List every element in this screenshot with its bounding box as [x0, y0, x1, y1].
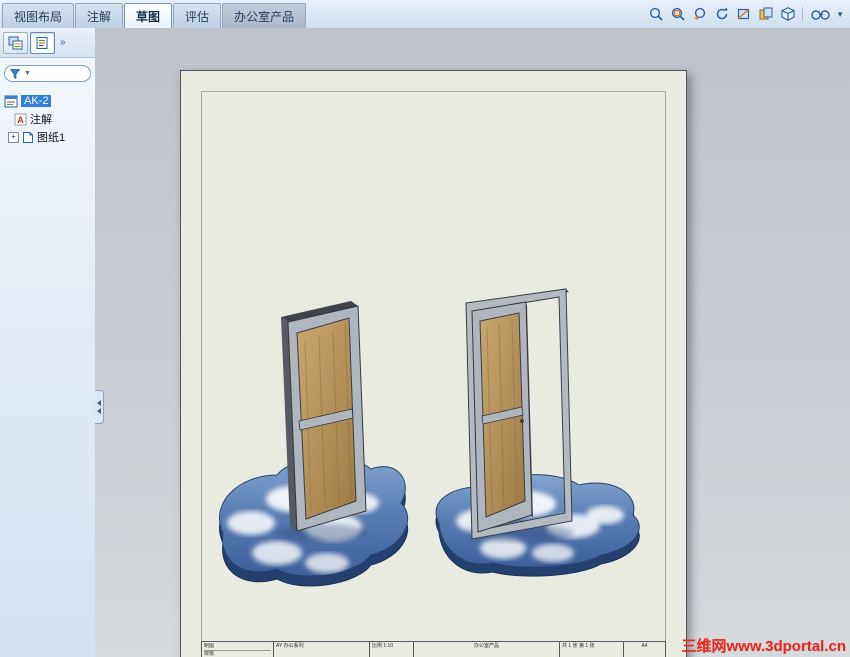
view-toolbar: ▼ [647, 5, 844, 23]
filter-funnel-icon [10, 68, 20, 79]
tree-item-annotations[interactable]: A 注解 [2, 110, 93, 128]
tab-office-products[interactable]: 办公室产品 [222, 3, 307, 28]
view-orientation-icon[interactable] [757, 6, 774, 23]
tab-annotation[interactable]: 注解 [75, 3, 124, 28]
tab-view-layout[interactable]: 视图布局 [2, 3, 75, 28]
tree-filter-input[interactable]: ▼ [4, 65, 91, 82]
section-view-icon[interactable] [735, 6, 752, 23]
feature-tree-tab[interactable] [3, 31, 28, 54]
collapse-arrow-icon [96, 408, 101, 414]
filter-dropdown-caret[interactable]: ▼ [24, 70, 31, 77]
graphics-viewport[interactable]: 制图 校核 审核 AY 办公系列 比例 1:10 办公室产品 共 1 张 第 1… [95, 28, 850, 657]
toolbar-separator [802, 7, 804, 21]
door-isometric-views [219, 288, 640, 587]
panel-collapse-handle[interactable] [95, 390, 104, 424]
title-block-scale: 比例 1:10 [370, 642, 414, 657]
tab-evaluate[interactable]: 评估 [173, 3, 222, 28]
panel-tab-strip: » [0, 28, 95, 58]
annotation-icon: A [14, 113, 27, 125]
title-block-title: 办公室产品 [414, 642, 560, 657]
tree-item-sheet1[interactable]: + 图纸1 [2, 128, 93, 146]
more-tabs-chevron-icon[interactable]: » [60, 37, 66, 48]
property-manager-tab[interactable] [30, 31, 55, 54]
collapse-arrow-icon [96, 400, 101, 406]
zoom-to-fit-icon[interactable] [647, 6, 664, 23]
hide-show-items-dropdown[interactable]: ▼ [836, 10, 844, 19]
zoom-previous-icon[interactable] [691, 6, 708, 23]
zoom-to-area-icon[interactable] [669, 6, 686, 23]
tree-item-label: 注解 [30, 114, 52, 126]
door-handle [520, 419, 524, 423]
rotate-view-icon[interactable] [713, 6, 730, 23]
watermark-text: 三维网www.3dportal.cn [681, 638, 846, 655]
hide-show-items-icon[interactable] [809, 6, 833, 23]
tree-item-label: AK-2 [21, 95, 52, 107]
title-block-signatures: 制图 校核 审核 [202, 642, 274, 657]
ribbon-bar: 视图布局 注解 草图 评估 办公室产品 ▼ [0, 0, 850, 29]
title-block: 制图 校核 审核 AY 办公系列 比例 1:10 办公室产品 共 1 张 第 1… [201, 641, 666, 657]
drawing-sheet: 制图 校核 审核 AY 办公系列 比例 1:10 办公室产品 共 1 张 第 1… [180, 70, 687, 657]
title-block-size: A4 [641, 643, 648, 649]
sheet-icon [23, 131, 33, 143]
drawing-document-icon [4, 95, 18, 107]
tree-item-drawing-root[interactable]: AK-2 [2, 92, 93, 110]
title-block-series: AY 办公系列 [274, 642, 370, 657]
display-style-icon[interactable] [779, 6, 796, 23]
tree-item-label: 图纸1 [37, 132, 66, 144]
feature-tree-icon [8, 36, 23, 49]
ribbon-tabs: 视图布局 注解 草图 评估 办公室产品 [2, 3, 307, 28]
feature-tree: AK-2 A 注解 + 图纸1 [0, 86, 95, 146]
door-view-closed [281, 301, 367, 532]
property-manager-icon [36, 36, 48, 49]
svg-text:A: A [17, 115, 24, 125]
expand-plus-icon[interactable]: + [8, 131, 19, 143]
tab-sketch[interactable]: 草图 [124, 3, 173, 28]
title-block-sheets: 共 1 张 第 1 张 [560, 642, 624, 657]
feature-manager-panel: » ▼ AK-2 A 注解 + 图纸1 [0, 28, 96, 657]
